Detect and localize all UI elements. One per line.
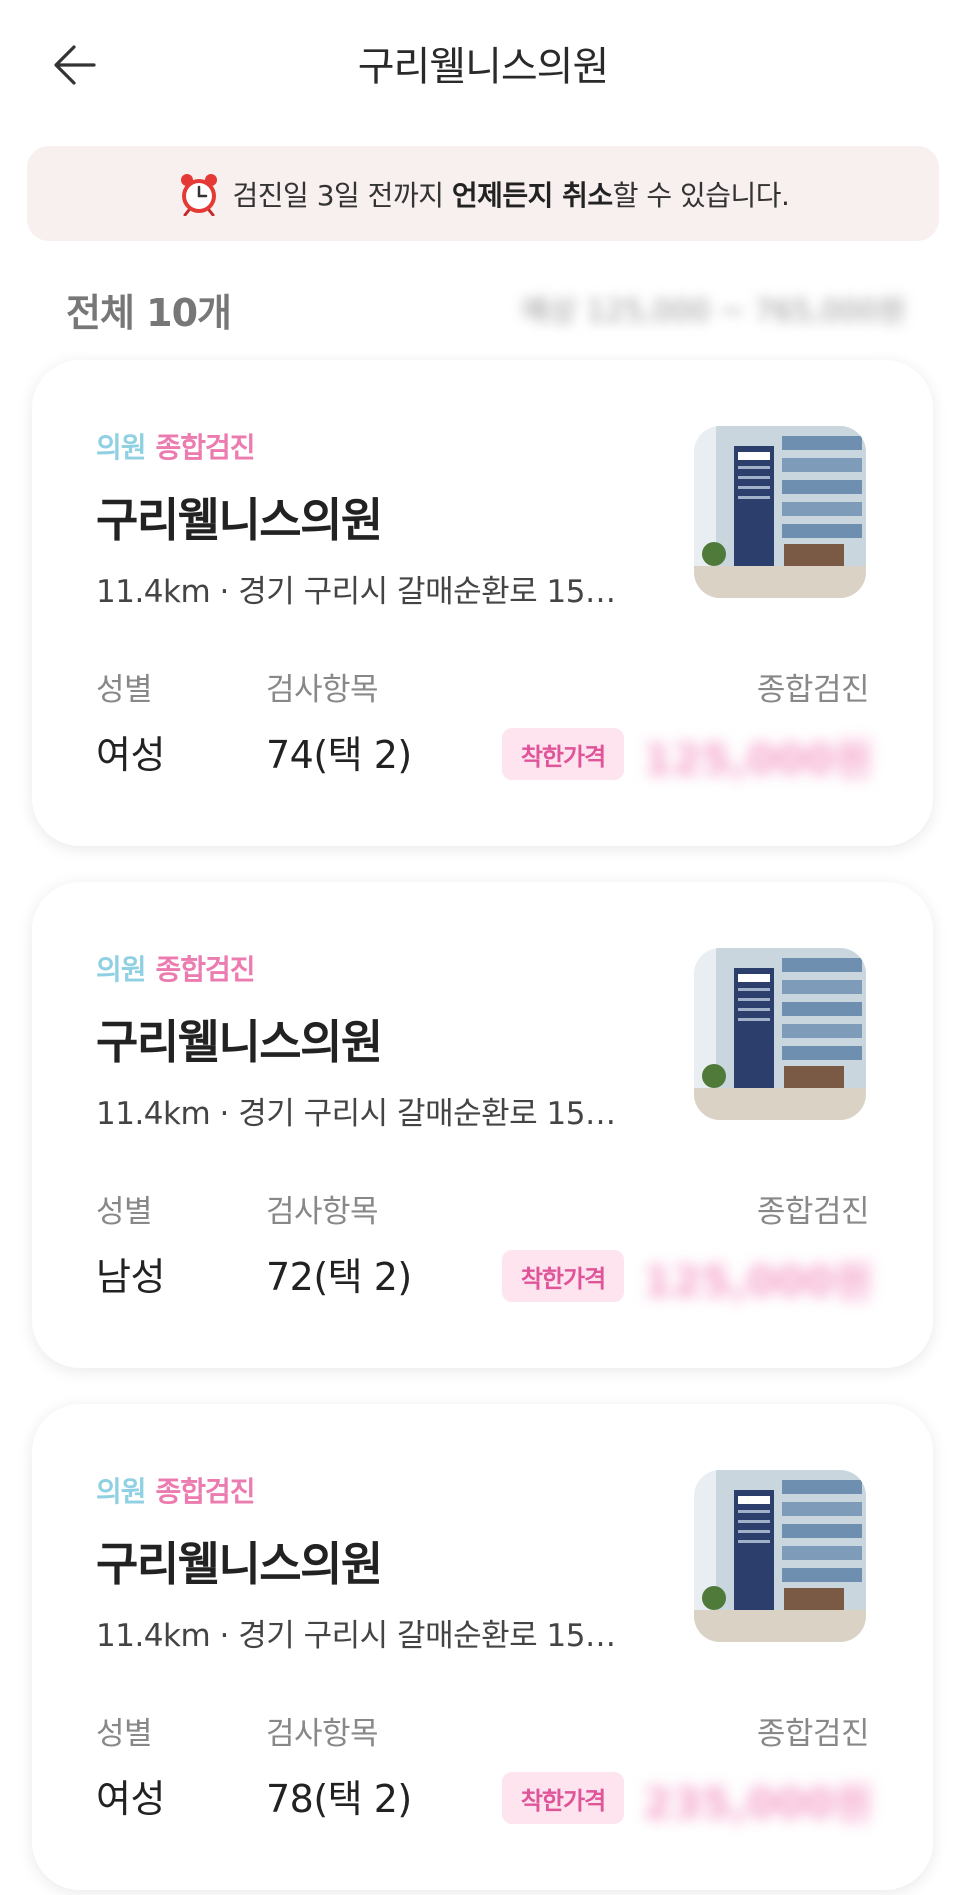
gender-label: 성별 [96, 1716, 153, 1752]
tag-clinic: 의원 [96, 953, 147, 986]
items-label: 검사항목 [266, 1716, 379, 1752]
clinic-address: 11.4km · 경기 구리시 갈매순환로 15… [96, 574, 616, 610]
items-value: 78(택 2) [266, 1777, 412, 1821]
card-tags: 의원 종합검진 [96, 948, 256, 988]
card-tags: 의원 종합검진 [96, 1470, 256, 1510]
tag-clinic: 의원 [96, 1475, 147, 1508]
gender-label: 성별 [96, 1194, 153, 1230]
clinic-address: 11.4km · 경기 구리시 갈매순환로 15… [96, 1096, 616, 1132]
notice-text: 검진일 3일 전까지 언제든지 취소할 수 있습니다. [232, 178, 790, 212]
price-value: 235,000원 [643, 1779, 873, 1828]
items-value: 74(택 2) [266, 733, 412, 777]
exam-type-label: 종합검진 [756, 672, 870, 708]
good-price-badge: 착한가격 [502, 1772, 624, 1824]
clinic-address: 11.4km · 경기 구리시 갈매순환로 15… [96, 1618, 616, 1654]
cancellation-notice-banner: 검진일 3일 전까지 언제든지 취소할 수 있습니다. [27, 146, 939, 241]
tag-exam: 종합검진 [155, 431, 256, 464]
clinic-card[interactable]: 의원 종합검진 구리웰니스의원 11.4km · 경기 구리시 갈매순환로 15…… [32, 882, 933, 1368]
good-price-badge: 착한가격 [502, 728, 624, 780]
tag-clinic: 의원 [96, 431, 147, 464]
items-label: 검사항목 [266, 672, 379, 708]
result-summary: 전체 10개 예상 125,000 ~ 765,000원 [66, 278, 906, 335]
items-value: 72(택 2) [266, 1255, 412, 1299]
alarm-clock-icon [180, 173, 217, 216]
price-value: 125,000원 [643, 1257, 873, 1306]
gender-value: 여성 [96, 733, 165, 777]
card-tags: 의원 종합검진 [96, 426, 256, 466]
clinic-photo [694, 1470, 866, 1642]
gender-value: 남성 [96, 1255, 165, 1299]
result-count: 전체 10개 [66, 291, 232, 335]
clinic-photo [694, 426, 866, 598]
gender-label: 성별 [96, 672, 153, 708]
clinic-card[interactable]: 의원 종합검진 구리웰니스의원 11.4km · 경기 구리시 갈매순환로 15…… [32, 360, 933, 846]
price-value: 125,000원 [643, 735, 873, 784]
clinic-photo [694, 948, 866, 1120]
price-range: 예상 125,000 ~ 765,000원 [521, 294, 906, 329]
tag-exam: 종합검진 [155, 953, 256, 986]
good-price-badge: 착한가격 [502, 1250, 624, 1302]
top-app-bar: 구리웰니스의원 [0, 0, 966, 125]
tag-exam: 종합검진 [155, 1475, 256, 1508]
page-title: 구리웰니스의원 [357, 44, 610, 90]
clinic-name: 구리웰니스의원 [96, 1015, 383, 1069]
exam-type-label: 종합검진 [756, 1716, 870, 1752]
clinic-name: 구리웰니스의원 [96, 1537, 383, 1591]
gender-value: 여성 [96, 1777, 165, 1821]
exam-type-label: 종합검진 [756, 1194, 870, 1230]
clinic-name: 구리웰니스의원 [96, 493, 383, 547]
items-label: 검사항목 [266, 1194, 379, 1230]
clinic-card[interactable]: 의원 종합검진 구리웰니스의원 11.4km · 경기 구리시 갈매순환로 15…… [32, 1404, 933, 1890]
